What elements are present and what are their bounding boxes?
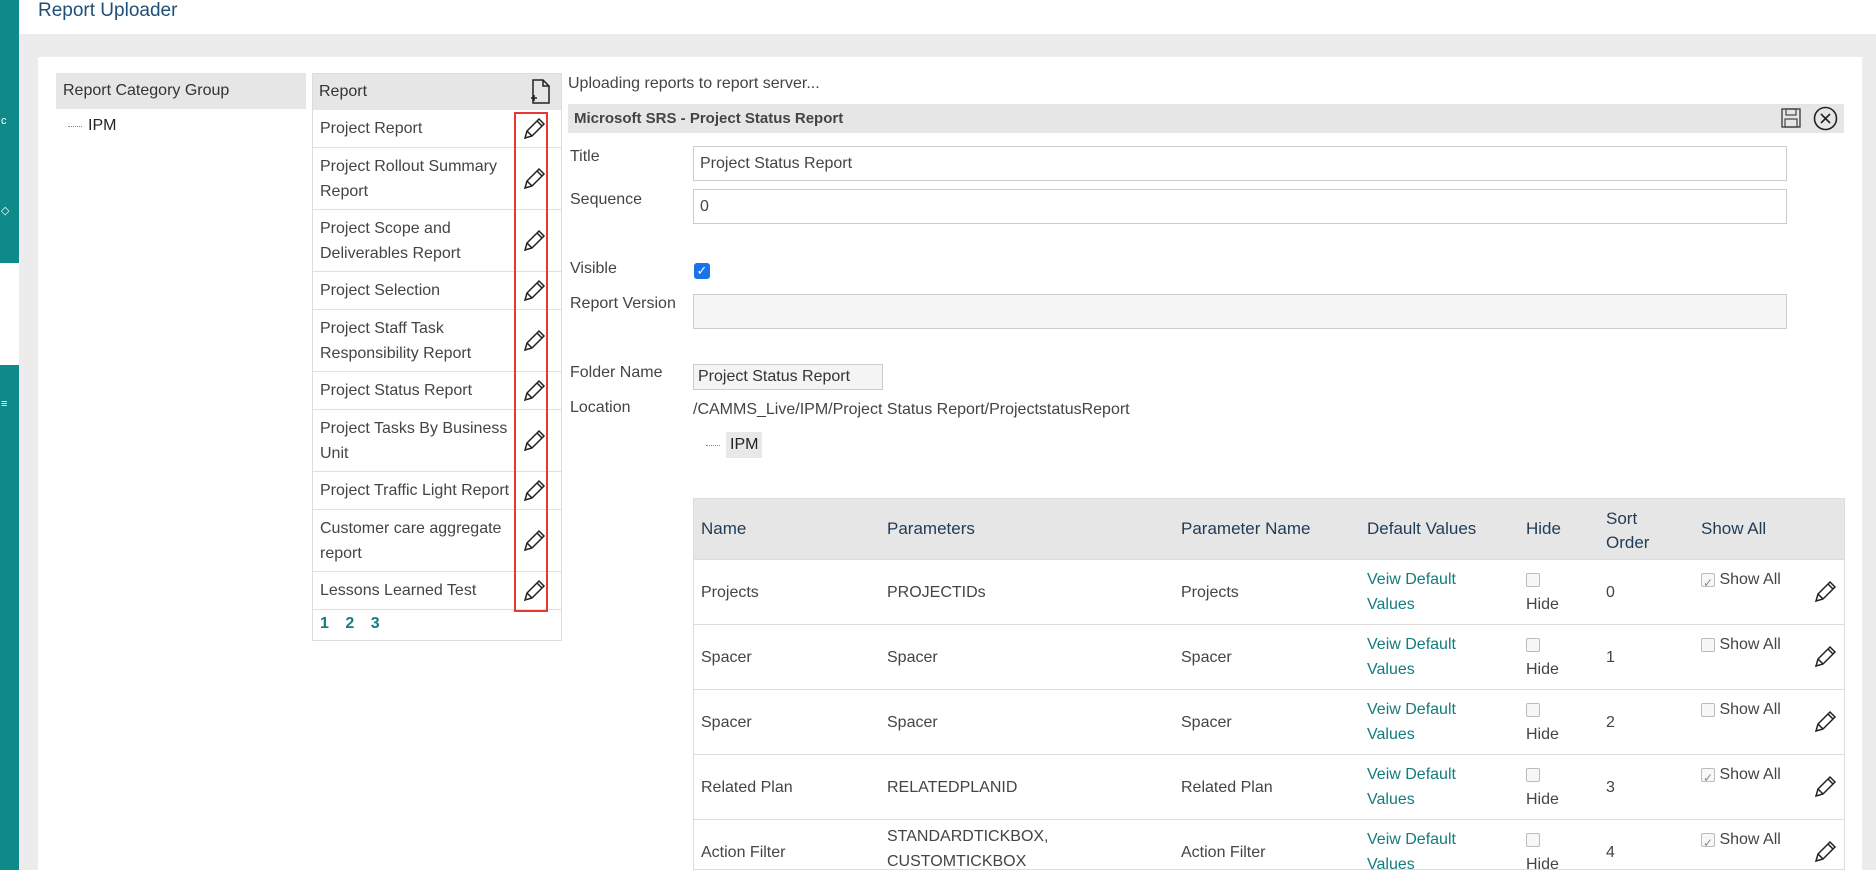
edit-pencil-icon[interactable] [521,578,547,604]
upload-status-text: Uploading reports to report server... [568,75,820,92]
view-default-values-link[interactable]: Veiw Default Values [1367,632,1487,682]
tag-icon[interactable]: ◇ [1,205,9,217]
edit-pencil-icon[interactable] [521,228,547,254]
left-nav-rail: c ◇ ≡ [0,0,19,870]
table-row: Projects PROJECTIDs Projects Veiw Defaul… [694,559,1844,624]
edit-pencil-icon[interactable] [521,116,547,142]
report-list-header: Report [313,74,561,110]
report-item[interactable]: Lessons Learned Test [313,572,561,610]
edit-pencil-icon[interactable] [1812,709,1838,735]
location-tree-label: IPM [726,432,763,458]
new-report-icon[interactable] [529,79,551,105]
hide-checkbox[interactable]: Hide [1526,697,1576,747]
col-parameters: Parameters [887,519,975,538]
edit-pencil-icon[interactable] [521,278,547,304]
show-all-checkbox[interactable]: Show All [1701,762,1791,791]
view-default-values-link[interactable]: Veiw Default Values [1367,827,1487,869]
col-hide: Hide [1526,519,1561,538]
edit-pencil-icon[interactable] [521,328,547,354]
detail-title: Microsoft SRS - Project Status Report [574,110,844,127]
pagination: 1 2 3 [320,615,392,633]
menu-icon[interactable]: ≡ [1,398,7,410]
nav-glyph-icon[interactable]: c [1,115,7,127]
table-row: Action Filter STANDARDTICKBOX, CUSTOMTIC… [694,819,1844,869]
folder-name-label: Folder Name [570,364,663,381]
category-tree-label: IPM [88,117,117,134]
location-tree-item[interactable]: IPM [706,432,763,458]
view-default-values-link[interactable]: Veiw Default Values [1367,762,1487,812]
visible-label: Visible [570,260,617,277]
col-sort-order: Sort Order [1606,509,1650,552]
location-label: Location [570,399,631,416]
edit-pencil-icon[interactable] [521,378,547,404]
category-tree-item[interactable]: IPM [68,117,116,135]
parameters-table: Name Parameters Parameter Name Default V… [693,498,1845,870]
table-header: Name Parameters Parameter Name Default V… [694,499,1844,559]
report-item[interactable]: Project Scope and Deliverables Report [313,210,561,272]
edit-pencil-icon[interactable] [521,528,547,554]
edit-pencil-icon[interactable] [521,428,547,454]
page-title: Report Uploader [38,0,178,21]
report-list-panel: Report Project Report Project Rollout Su… [312,73,562,641]
report-list: Project Report Project Rollout Summary R… [313,110,561,610]
nav-active-item[interactable] [0,263,19,365]
report-item[interactable]: Project Rollout Summary Report [313,148,561,210]
edit-pencil-icon[interactable] [1812,839,1838,865]
show-all-checkbox[interactable]: Show All [1701,567,1791,596]
report-item[interactable]: Project Staff Task Responsibility Report [313,310,561,372]
edit-pencil-icon[interactable] [521,478,547,504]
title-input[interactable]: Project Status Report [693,146,1787,181]
report-item[interactable]: Project Tasks By Business Unit [313,410,561,472]
col-default-values: Default Values [1367,519,1477,538]
category-panel-header: Report Category Group [56,73,306,109]
report-item[interactable]: Project Report [313,110,561,148]
view-default-values-link[interactable]: Veiw Default Values [1367,697,1487,747]
report-version-label: Report Version [570,295,676,312]
table-row: Spacer Spacer Spacer Veiw Default Values… [694,689,1844,754]
close-icon[interactable] [1813,106,1838,131]
visible-checkbox[interactable]: ✓ [694,263,710,279]
edit-pencil-icon[interactable] [1812,579,1838,605]
col-parameter-name: Parameter Name [1181,519,1311,538]
hide-checkbox[interactable]: Hide [1526,632,1576,682]
report-item[interactable]: Project Traffic Light Report [313,472,561,510]
sequence-input[interactable]: 0 [693,189,1787,224]
top-bar [19,0,1876,34]
view-default-values-link[interactable]: Veiw Default Values [1367,567,1487,617]
edit-pencil-icon[interactable] [1812,644,1838,670]
sequence-label: Sequence [570,191,643,208]
report-item[interactable]: Customer care aggregate report [313,510,561,572]
save-icon[interactable] [1780,107,1802,129]
detail-header: Microsoft SRS - Project Status Report [568,104,1844,133]
page-link-1[interactable]: 1 [320,615,329,632]
report-list-title: Report [319,83,368,100]
show-all-checkbox[interactable]: Show All [1701,697,1791,722]
hide-checkbox[interactable]: Hide [1526,567,1576,617]
edit-pencil-icon[interactable] [521,166,547,192]
table-row: Related Plan RELATEDPLANID Related Plan … [694,754,1844,819]
report-item[interactable]: Project Status Report [313,372,561,410]
report-item[interactable]: Project Selection [313,272,561,310]
show-all-checkbox[interactable]: Show All [1701,827,1791,856]
report-version-input[interactable] [693,294,1787,329]
col-name: Name [701,519,747,538]
page-link-2[interactable]: 2 [345,615,354,632]
title-label: Title [570,148,600,165]
table-row: Spacer Spacer Spacer Veiw Default Values… [694,624,1844,689]
edit-pencil-icon[interactable] [1812,774,1838,800]
hide-checkbox[interactable]: Hide [1526,827,1576,869]
folder-name-input[interactable]: Project Status Report [693,364,883,390]
show-all-checkbox[interactable]: Show All [1701,632,1791,657]
hide-checkbox[interactable]: Hide [1526,762,1576,812]
page-link-3[interactable]: 3 [371,615,380,632]
col-show-all: Show All [1701,519,1767,538]
location-value: /CAMMS_Live/IPM/Project Status Report/Pr… [693,401,1130,418]
